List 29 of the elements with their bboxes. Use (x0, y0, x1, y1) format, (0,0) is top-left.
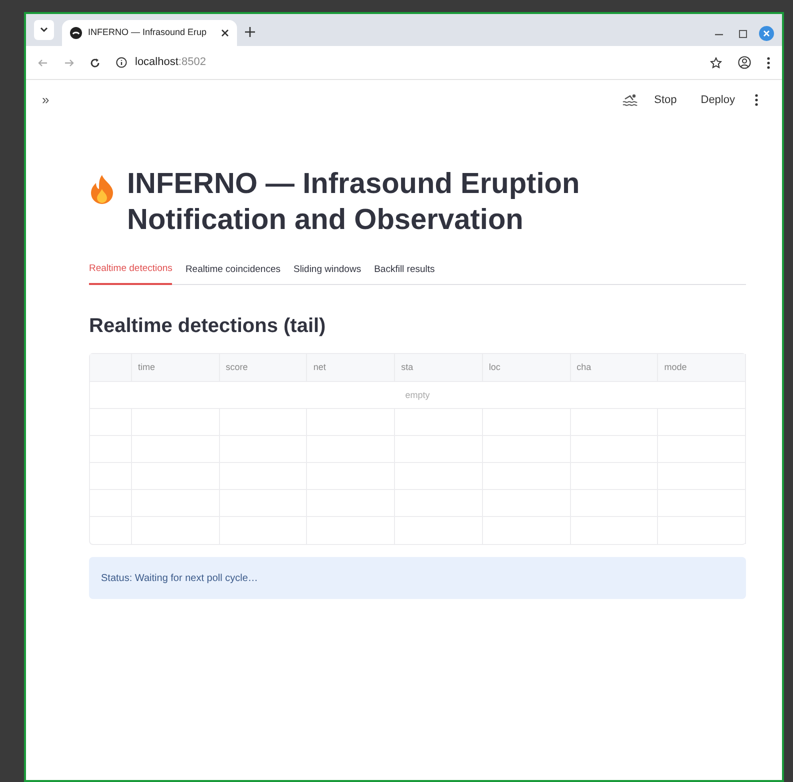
stop-button[interactable]: Stop (650, 92, 681, 108)
profile-icon[interactable] (738, 56, 751, 69)
section-heading: Realtime detections (tail) (89, 314, 327, 340)
maximize-icon[interactable] (739, 30, 747, 38)
tab-list-button[interactable] (34, 20, 54, 40)
chevron-down-icon (40, 27, 48, 33)
tab[interactable]: Realtime detections (89, 262, 172, 286)
close-icon[interactable] (221, 29, 229, 37)
browser-tab[interactable]: INFERNO — Infrasound Erup (62, 20, 237, 46)
info-icon[interactable] (116, 57, 127, 68)
expand-sidebar-button[interactable]: » (42, 90, 50, 110)
reload-icon[interactable] (90, 58, 100, 68)
favicon-icon (70, 27, 82, 39)
empty-text: empty (405, 388, 430, 402)
fire-icon (89, 174, 115, 204)
tab[interactable]: Sliding windows (293, 262, 362, 284)
status-text: Status: Waiting for next poll cycle… (101, 572, 258, 586)
star-icon[interactable] (710, 56, 722, 68)
tab[interactable]: Realtime coincidences (185, 262, 280, 284)
more-icon[interactable] (755, 94, 758, 106)
page-title: INFERNO — Infrasound Eruption Notification and Observation (127, 167, 581, 238)
minimize-icon[interactable] (715, 34, 723, 36)
new-tab-icon[interactable] (245, 27, 255, 37)
deploy-button[interactable]: Deploy (696, 92, 739, 108)
tab[interactable]: Backfill results (374, 262, 435, 284)
tab-title: INFERNO — Infrasound Erup (88, 26, 208, 40)
swimmer-icon (622, 93, 638, 107)
more-icon[interactable] (767, 56, 770, 68)
url-text[interactable]: localhost:8502 (135, 54, 206, 71)
